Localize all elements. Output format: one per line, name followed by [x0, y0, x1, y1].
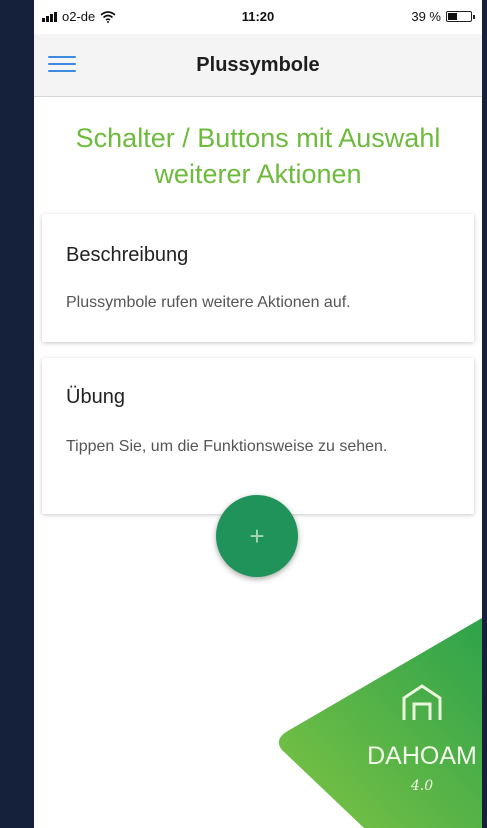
- device-frame-right: [482, 0, 487, 828]
- battery-icon: [446, 11, 475, 22]
- page-heading-line1: Schalter / Buttons mit Auswahl: [75, 123, 441, 153]
- status-right: 39 %: [411, 9, 475, 24]
- device-frame-left: [0, 0, 34, 828]
- logo-version: 4.0: [410, 778, 433, 794]
- page-heading-line2: weiterer Aktionen: [154, 159, 362, 189]
- exercise-card-text: Tippen Sie, um die Funktionsweise zu seh…: [66, 438, 388, 455]
- page-heading: Schalter / Buttons mit Auswahl weiterer …: [34, 120, 482, 192]
- plus-icon: +: [249, 521, 265, 551]
- description-card-text: Plussymbole rufen weitere Aktionen auf.: [66, 294, 351, 311]
- exercise-card-title: Übung: [66, 386, 125, 408]
- phone-screen: o2-de 11:20 39 % Plussymbole Schalter / …: [34, 0, 482, 828]
- dahoam-logo: DAHOAM 4.0: [278, 618, 482, 828]
- nav-title: Plussymbole: [196, 54, 320, 76]
- description-card: Beschreibung Plussymbole rufen weitere A…: [42, 214, 474, 342]
- battery-percent: 39 %: [411, 9, 441, 24]
- status-bar: o2-de 11:20 39 %: [34, 0, 482, 34]
- description-card-title: Beschreibung: [66, 244, 189, 266]
- add-fab-button[interactable]: +: [216, 495, 298, 577]
- exercise-card: Übung Tippen Sie, um die Funktionsweise …: [42, 358, 474, 514]
- logo-text: DAHOAM: [367, 742, 477, 770]
- navigation-bar: Plussymbole: [34, 34, 482, 97]
